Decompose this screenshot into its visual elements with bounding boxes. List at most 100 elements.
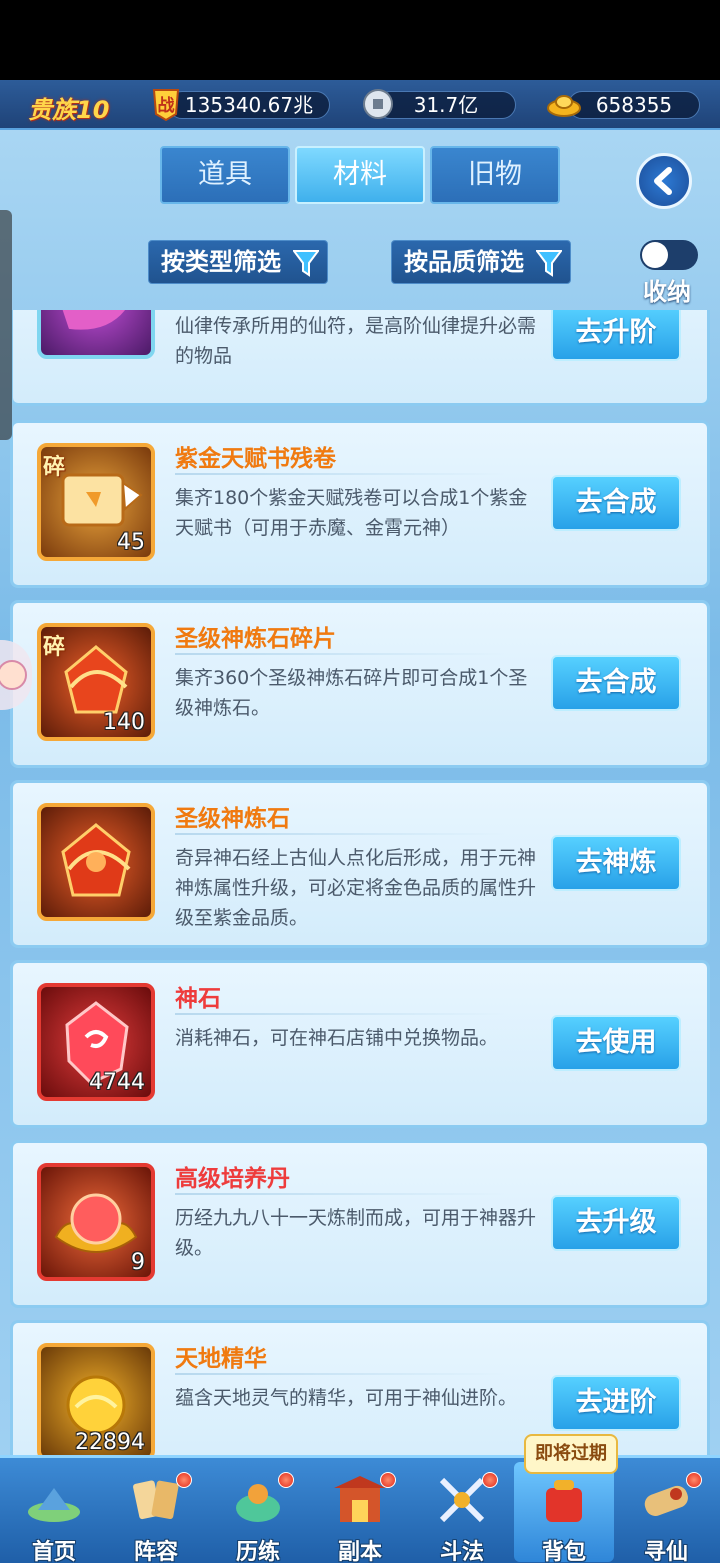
copper-coins[interactable]: 31.7亿 <box>376 91 516 119</box>
item-description: 集齐360个圣级神炼石碎片即可合成1个圣级神炼石。 <box>175 667 528 719</box>
home-icon <box>28 1488 80 1522</box>
tab-materials[interactable]: 材料 <box>295 146 425 204</box>
title-divider <box>175 1193 505 1195</box>
tab-items[interactable]: 道具 <box>160 146 290 204</box>
notification-dot <box>482 1472 498 1488</box>
nav-label: 历练 <box>235 1540 280 1563</box>
expiring-soon-tag: 即将过期 <box>524 1434 618 1474</box>
item-icon-talisman[interactable]: ♪ <box>37 310 155 359</box>
inventory-panel: 道具 材料 旧物 按类型筛选 按品质筛选 收纳 ♪ 仙律传承 <box>0 130 720 1455</box>
notification-dot <box>176 1472 192 1488</box>
synthesize-button[interactable]: 去合成 <box>551 475 681 531</box>
material-list[interactable]: ♪ 仙律传承所用的仙符，是高阶仙律提升必需的物品 去升阶 碎 45 紫金天赋书残… <box>0 310 720 1455</box>
synthesize-button[interactable]: 去合成 <box>551 655 681 711</box>
music-talisman-icon: ♪ <box>62 310 125 330</box>
notification-dot <box>380 1472 396 1488</box>
item-count: 9 <box>131 1250 145 1275</box>
item-title: 神石 <box>175 986 221 1012</box>
list-item: 碎 140 圣级神炼石碎片 集齐360个圣级神炼石碎片即可合成1个圣级神炼石。 … <box>10 600 710 768</box>
collapse-toggle[interactable] <box>640 240 698 270</box>
vip-level[interactable]: 贵族10 <box>28 90 109 125</box>
filter-funnel-icon <box>536 250 562 277</box>
combat-power-value: 135340.67兆 <box>184 93 314 117</box>
item-icon-divine-stone[interactable]: 4744 <box>37 983 155 1101</box>
toggle-knob <box>642 242 668 268</box>
copper-coins-value: 31.7亿 <box>413 93 479 117</box>
item-count: 4744 <box>89 1070 145 1095</box>
shard-badge: 碎 <box>43 455 66 480</box>
item-icon-refine-shard[interactable]: 碎 140 <box>37 623 155 741</box>
gold-ingot-icon <box>547 95 581 117</box>
title-divider <box>175 473 505 475</box>
item-description: 历经九九八十一天炼制而成，可用于神器升级。 <box>175 1207 537 1259</box>
item-description: 消耗神石，可在神石店铺中兑换物品。 <box>175 1027 499 1049</box>
list-item: 9 高级培养丹 历经九九八十一天炼制而成，可用于神器升级。 去升级 <box>10 1140 710 1308</box>
refine-stone-icon <box>61 823 131 897</box>
title-divider <box>175 1013 505 1015</box>
combat-power-icon: 战 <box>152 89 180 122</box>
status-bar-area <box>0 0 720 80</box>
nav-label: 阵容 <box>133 1540 178 1563</box>
nav-battle[interactable]: 斗法 <box>412 1462 512 1563</box>
item-description: 蕴含天地灵气的精华，可用于神仙进阶。 <box>175 1387 518 1409</box>
item-icon-pill[interactable]: 9 <box>37 1163 155 1281</box>
nav-lineup[interactable]: 阵容 <box>106 1462 206 1563</box>
assistant-avatar-icon <box>0 660 27 690</box>
collapse-label: 收纳 <box>643 278 691 306</box>
use-button[interactable]: 去使用 <box>551 1015 681 1071</box>
upgrade-rank-button[interactable]: 去升阶 <box>551 310 681 361</box>
gold-ingots[interactable]: 658355 <box>568 91 700 119</box>
item-title: 圣级神炼石碎片 <box>175 626 336 652</box>
item-icon-refine-stone[interactable] <box>37 803 155 921</box>
filter-funnel-icon <box>293 250 319 277</box>
list-item: ♪ 仙律传承所用的仙符，是高阶仙律提升必需的物品 去升阶 <box>10 310 710 406</box>
backpack-icon <box>546 1480 582 1522</box>
nav-dungeon[interactable]: 副本 <box>310 1462 410 1563</box>
title-divider <box>175 1373 505 1375</box>
item-count: 140 <box>103 710 145 735</box>
list-item: 4744 神石 消耗神石，可在神石店铺中兑换物品。 去使用 <box>10 960 710 1128</box>
filter-by-quality-button[interactable]: 按品质筛选 <box>391 240 571 284</box>
filter-by-type-button[interactable]: 按类型筛选 <box>148 240 328 284</box>
coin-icon <box>363 89 393 119</box>
nav-label: 背包 <box>541 1540 586 1563</box>
item-count: 22894 <box>75 1430 145 1455</box>
advance-button[interactable]: 去进阶 <box>551 1375 681 1431</box>
filter-by-quality-label: 按品质筛选 <box>404 248 524 276</box>
resource-bar: 贵族10 135340.67兆 战 31.7亿 658355 <box>0 80 720 130</box>
item-title: 紫金天赋书残卷 <box>175 446 336 472</box>
tab-old-items[interactable]: 旧物 <box>430 146 560 204</box>
list-item: 碎 45 紫金天赋书残卷 集齐180个紫金天赋残卷可以合成1个紫金天赋书（可用于… <box>10 420 710 588</box>
nav-label: 副本 <box>337 1540 382 1563</box>
back-button[interactable] <box>636 153 692 209</box>
item-description: 仙律传承所用的仙符，是高阶仙律提升必需的物品 <box>175 315 537 367</box>
floating-avatar[interactable] <box>0 640 32 710</box>
notification-dot <box>278 1472 294 1488</box>
nav-seek-immortal[interactable]: 寻仙 <box>616 1462 716 1563</box>
item-title: 圣级神炼石 <box>175 806 290 832</box>
notification-dot <box>686 1472 702 1488</box>
nav-training[interactable]: 历练 <box>208 1462 308 1563</box>
side-drawer-handle[interactable] <box>0 210 12 440</box>
upgrade-button[interactable]: 去升级 <box>551 1195 681 1251</box>
item-description: 集齐180个紫金天赋残卷可以合成1个紫金天赋书（可用于赤魔、金霄元神） <box>175 487 528 539</box>
shard-badge: 碎 <box>43 635 66 660</box>
filter-by-type-label: 按类型筛选 <box>161 248 281 276</box>
item-count: 45 <box>117 530 145 555</box>
item-title: 天地精华 <box>175 1346 267 1372</box>
nav-label: 寻仙 <box>643 1540 688 1563</box>
nav-label: 首页 <box>31 1540 76 1563</box>
svg-text:战: 战 <box>158 96 175 116</box>
item-title: 高级培养丹 <box>175 1166 290 1192</box>
item-description: 奇异神石经上古仙人点化后形成，用于元神神炼属性升级，可必定将金色品质的属性升级至… <box>175 847 537 929</box>
back-arrow-icon <box>654 167 672 195</box>
refine-button[interactable]: 去神炼 <box>551 835 681 891</box>
nav-backpack[interactable]: 背包 <box>514 1462 614 1563</box>
item-icon-essence[interactable]: 22894 <box>37 1343 155 1455</box>
title-divider <box>175 653 505 655</box>
nav-home[interactable]: 首页 <box>4 1462 104 1563</box>
item-icon-scroll[interactable]: 碎 45 <box>37 443 155 561</box>
combat-power: 135340.67兆 <box>168 91 330 119</box>
list-item: 圣级神炼石 奇异神石经上古仙人点化后形成，用于元神神炼属性升级，可必定将金色品质… <box>10 780 710 948</box>
nav-label: 斗法 <box>439 1540 484 1563</box>
